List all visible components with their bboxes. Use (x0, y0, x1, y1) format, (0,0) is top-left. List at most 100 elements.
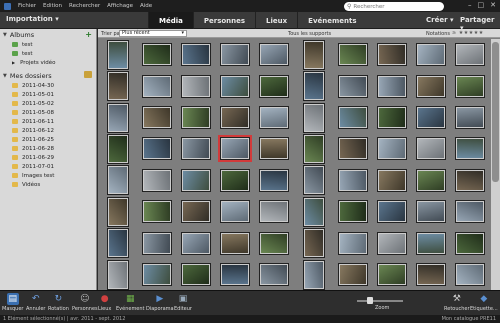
personnes-button[interactable]: ☺ Personnes (72, 293, 98, 312)
photo-thumbnail[interactable] (220, 43, 251, 67)
photo-thumbnail[interactable] (302, 228, 325, 259)
photo-thumbnail[interactable] (259, 168, 290, 192)
photo-thumbnail[interactable] (218, 135, 253, 163)
zoom-slider-handle[interactable] (367, 297, 373, 304)
photo-thumbnail[interactable] (377, 231, 407, 255)
folder-item[interactable]: Images test (0, 171, 96, 180)
photo-thumbnail[interactable] (106, 259, 129, 290)
close-icon[interactable]: ✕ (490, 1, 496, 9)
folder-item[interactable]: 2011-05-02 (0, 99, 96, 108)
photo-thumbnail[interactable] (141, 200, 172, 224)
search-box[interactable]: ⚲ (344, 2, 444, 11)
photo-thumbnail[interactable] (377, 263, 407, 286)
photo-thumbnail[interactable] (141, 231, 172, 255)
album-item[interactable]: ▶ Projets vidéo (0, 58, 96, 67)
sort-select[interactable]: Plus récent ▾ (119, 30, 187, 37)
masquer-button[interactable]: ▤ Masquer (2, 293, 23, 312)
photo-thumbnail[interactable] (141, 137, 172, 161)
photo-thumbnail[interactable] (181, 74, 211, 98)
photo-thumbnail[interactable] (416, 168, 447, 192)
photo-thumbnail[interactable] (377, 43, 407, 67)
photo-thumbnail[interactable] (455, 106, 486, 129)
photo-thumbnail[interactable] (416, 106, 447, 129)
photo-thumbnail[interactable] (337, 263, 368, 286)
folder-item[interactable]: 2011-07-01 (0, 162, 96, 171)
photo-thumbnail[interactable] (377, 106, 407, 129)
menu-edition[interactable]: Edition (43, 3, 62, 9)
photo-thumbnail[interactable] (259, 137, 290, 161)
photo-thumbnail[interactable] (455, 200, 486, 224)
editeur-button[interactable]: ▣ Editeur (174, 293, 192, 312)
menu-aide[interactable]: Aide (140, 3, 152, 9)
etiquette-button[interactable]: ◆ Etiquette... (470, 293, 498, 312)
scrollbar-thumb[interactable] (492, 42, 499, 182)
photo-thumbnail[interactable] (416, 263, 447, 286)
photo-thumbnail[interactable] (106, 133, 129, 164)
photo-thumbnail[interactable] (259, 43, 290, 67)
expand-triangle-icon[interactable]: ▶ (12, 60, 15, 65)
photo-thumbnail[interactable] (302, 196, 325, 227)
photo-thumbnail[interactable] (220, 231, 251, 255)
tab-lieux[interactable]: Lieux (255, 12, 297, 29)
photo-thumbnail[interactable] (455, 74, 486, 98)
lieux-button[interactable]: ● Lieux (98, 293, 111, 312)
photo-thumbnail[interactable] (259, 74, 290, 98)
album-item[interactable]: test (0, 40, 96, 49)
photo-thumbnail[interactable] (220, 168, 251, 192)
photo-thumbnail[interactable] (181, 231, 211, 255)
photo-thumbnail[interactable] (141, 106, 172, 129)
diaporama-button[interactable]: ▶ Diaporama (146, 293, 174, 312)
photo-thumbnail[interactable] (302, 71, 325, 102)
albums-header[interactable]: ▼ Albums + (0, 29, 96, 40)
photo-thumbnail[interactable] (141, 263, 172, 286)
photo-thumbnail[interactable] (377, 200, 407, 224)
photo-thumbnail[interactable] (259, 231, 290, 255)
rotation-button[interactable]: ↻ Rotation (48, 293, 69, 312)
folder-item[interactable]: 2011-04-30 (0, 81, 96, 90)
folder-item[interactable]: 2011-06-28 (0, 144, 96, 153)
photo-thumbnail[interactable] (259, 106, 290, 129)
photo-thumbnail[interactable] (337, 200, 368, 224)
folder-item[interactable]: 2011-06-25 (0, 135, 96, 144)
tab-personnes[interactable]: Personnes (192, 12, 255, 29)
collapse-triangle-icon[interactable]: ▼ (3, 73, 7, 79)
photo-thumbnail[interactable] (181, 200, 211, 224)
photo-thumbnail[interactable] (220, 200, 251, 224)
photo-thumbnail[interactable] (455, 231, 486, 255)
photo-thumbnail[interactable] (416, 200, 447, 224)
photo-thumbnail[interactable] (302, 102, 325, 133)
photo-thumbnail[interactable] (141, 74, 172, 98)
photo-thumbnail[interactable] (106, 165, 129, 196)
photo-thumbnail[interactable] (106, 228, 129, 259)
photo-thumbnail[interactable] (220, 106, 251, 129)
photo-thumbnail[interactable] (181, 137, 211, 161)
photo-thumbnail[interactable] (455, 43, 486, 67)
search-input[interactable] (353, 3, 439, 10)
creer-button[interactable]: Créer ▾ (426, 16, 454, 24)
photo-thumbnail[interactable] (302, 165, 325, 196)
photo-thumbnail[interactable] (302, 39, 325, 70)
photo-thumbnail[interactable] (141, 43, 172, 67)
dossiers-header[interactable]: ▼ Mes dossiers (0, 70, 96, 81)
photo-thumbnail[interactable] (106, 102, 129, 133)
minimize-icon[interactable]: – (468, 1, 472, 9)
zoom-track[interactable] (357, 300, 403, 302)
collapse-triangle-icon[interactable]: ▼ (3, 32, 7, 38)
folder-item[interactable]: 2011-06-29 (0, 153, 96, 162)
photo-thumbnail[interactable] (455, 168, 486, 192)
photo-thumbnail[interactable] (455, 263, 486, 286)
photo-thumbnail[interactable] (106, 196, 129, 227)
folder-item[interactable]: 2011-06-11 (0, 117, 96, 126)
sources-filter[interactable]: Tous les supports (288, 31, 331, 37)
vertical-scrollbar[interactable] (491, 39, 500, 290)
photo-thumbnail[interactable] (377, 137, 407, 161)
photo-thumbnail[interactable] (106, 39, 129, 70)
retoucher-button[interactable]: ⚒ Retoucher (444, 293, 470, 312)
photo-thumbnail[interactable] (416, 231, 447, 255)
maximize-icon[interactable]: □ (478, 1, 485, 9)
photo-thumbnail[interactable] (181, 263, 211, 286)
tab-evenements[interactable]: Evénements (297, 12, 366, 29)
photo-thumbnail[interactable] (416, 43, 447, 67)
zoom-control[interactable]: Zoom (355, 297, 411, 311)
evenement-button[interactable]: ▦ Evénement (116, 293, 145, 312)
